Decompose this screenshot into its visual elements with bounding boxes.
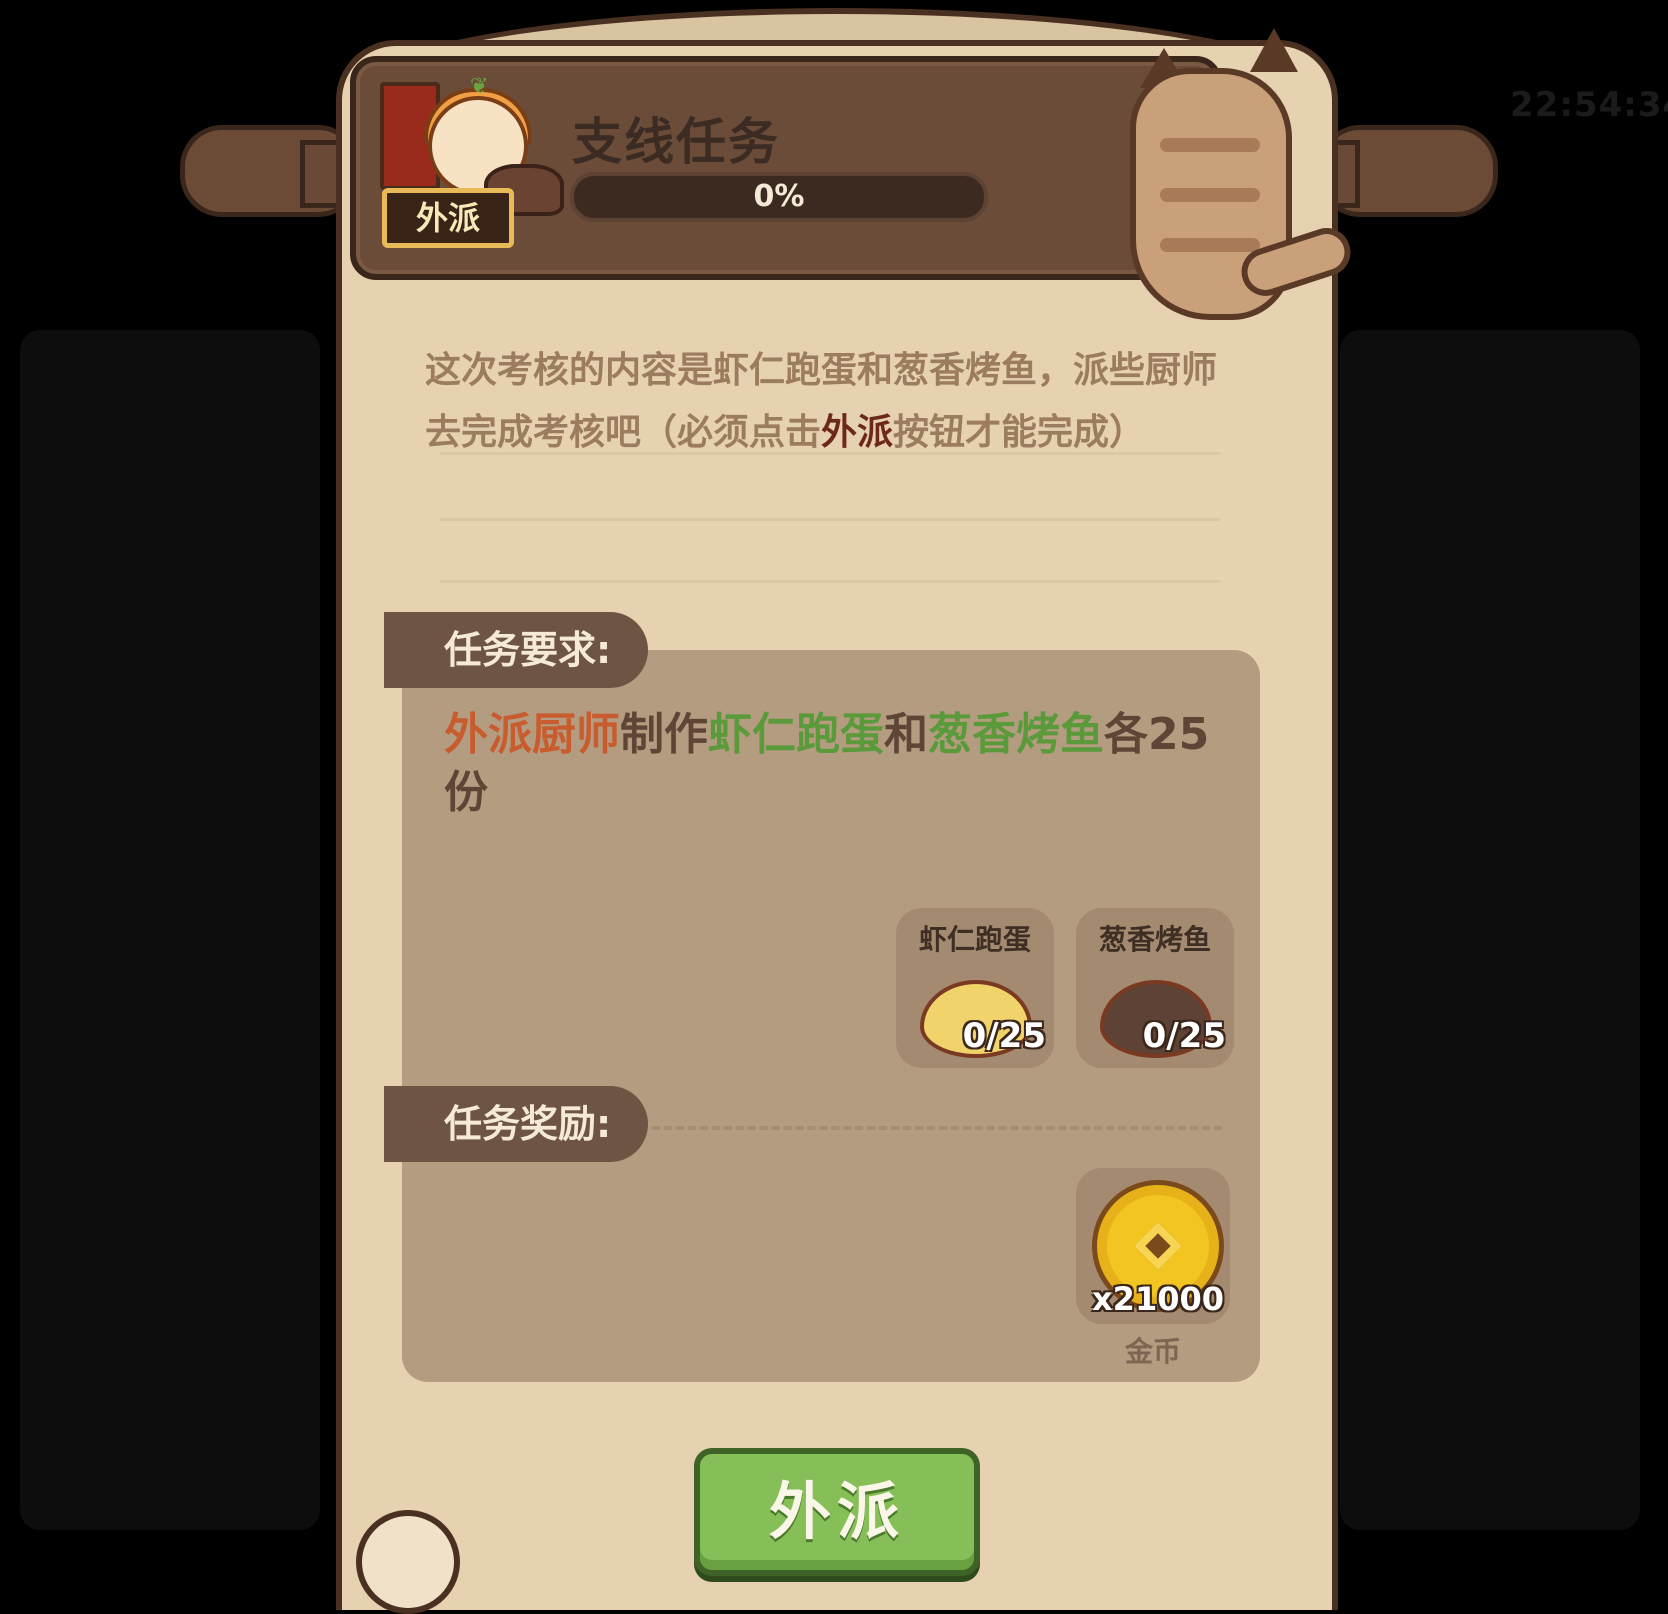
reward-divider	[652, 1126, 1222, 1130]
quest-title: 支线任务	[572, 113, 780, 171]
quest-description: 这次考核的内容是虾仁跑蛋和葱香烤鱼，派些厨师去完成考核吧（必须点击外派按钮才能完…	[425, 340, 1225, 464]
reward-amount: x21000	[1092, 1280, 1224, 1318]
task-rewards-label: 任务奖励:	[384, 1086, 648, 1162]
quest-progress-text: 0%	[753, 179, 805, 214]
dish-card-shrimp-egg[interactable]: 虾仁跑蛋 0/25	[896, 908, 1054, 1068]
dish-count: 0/25	[1142, 1016, 1226, 1056]
divider-line	[440, 518, 1220, 521]
cat-stripe	[1160, 238, 1260, 252]
leaf-icon: ❦	[470, 74, 489, 99]
reward-card-gold[interactable]: x21000	[1076, 1168, 1230, 1324]
cat-mascot-icon	[1100, 28, 1357, 338]
reward-name: 金币	[1124, 1335, 1181, 1368]
cat-stripe	[1160, 188, 1260, 202]
dish-count: 0/25	[962, 1016, 1046, 1056]
task-requirement-text: 外派厨师制作虾仁跑蛋和葱香烤鱼各25份	[444, 706, 1234, 822]
scroll-bottom-knob	[356, 1510, 460, 1614]
background-clock: 22:54:34	[1510, 85, 1668, 125]
dish-name: 虾仁跑蛋	[918, 923, 1031, 956]
cat-stripe	[1160, 138, 1260, 152]
req-and: 和	[884, 709, 928, 760]
req-dish2: 葱香烤鱼	[928, 709, 1104, 760]
req-chef: 外派厨师	[444, 709, 620, 760]
req-dish1: 虾仁跑蛋	[708, 709, 884, 760]
req-make: 制作	[620, 709, 708, 760]
dispatch-button[interactable]: 外派	[694, 1448, 980, 1576]
task-requirements-label: 任务要求:	[384, 612, 648, 688]
background-right-silhouette	[1340, 330, 1640, 1530]
dish-card-grilled-fish[interactable]: 葱香烤鱼 0/25	[1076, 908, 1234, 1068]
dispatch-badge: 外派	[382, 188, 514, 248]
divider-line	[440, 580, 1220, 583]
coin-hole	[1133, 1221, 1183, 1271]
description-highlight: 外派	[821, 412, 894, 453]
divider-line	[440, 452, 1220, 455]
dish-name: 葱香烤鱼	[1098, 923, 1211, 956]
background-shop-silhouette	[20, 330, 320, 1530]
cat-ear-right	[1250, 28, 1298, 72]
description-text-2: 按钮才能完成）	[893, 412, 1146, 453]
